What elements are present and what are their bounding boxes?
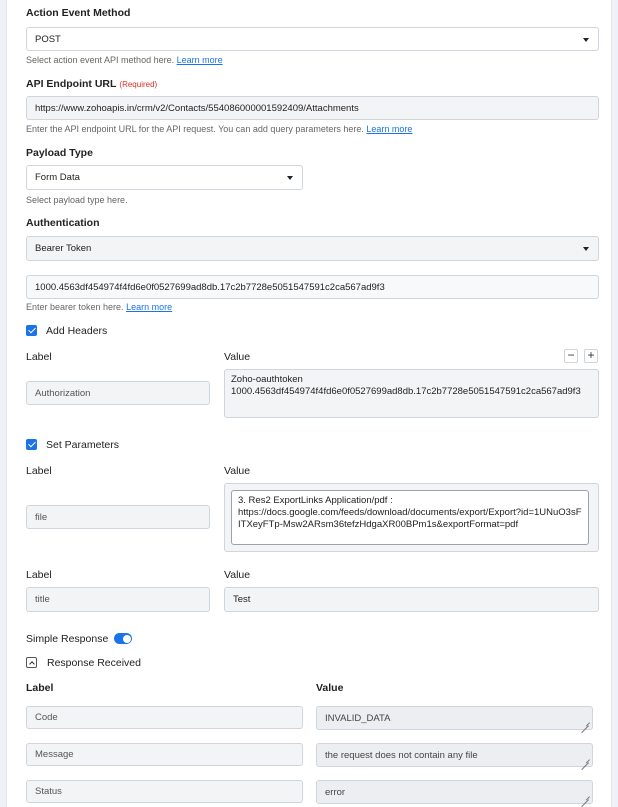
header-value-line2: 1000.4563df454974f4fd6e0f0527699ad8db.17… xyxy=(231,386,581,397)
action-event-method-select[interactable]: POST xyxy=(26,27,599,51)
learn-more-link[interactable]: Learn more xyxy=(366,124,412,134)
authentication-select[interactable]: Bearer Token xyxy=(26,236,599,261)
resize-handle-icon[interactable] xyxy=(581,792,589,800)
action-event-method-help-text: Select action event API method here. xyxy=(26,55,175,65)
collapse-chevron-up-icon[interactable] xyxy=(26,657,37,668)
action-event-method-label: Action Event Method xyxy=(26,7,131,19)
response-value: INVALID_DATA xyxy=(325,712,391,724)
learn-more-link[interactable]: Learn more xyxy=(126,302,172,312)
resize-handle-icon[interactable] xyxy=(581,755,589,763)
chevron-down-icon xyxy=(583,247,589,251)
response-label-status[interactable]: Status xyxy=(26,780,303,803)
response-value-code[interactable]: INVALID_DATA xyxy=(316,706,593,730)
param-label-value: title xyxy=(35,594,50,605)
add-header-button[interactable]: + xyxy=(584,349,598,363)
set-parameters-label: Set Parameters xyxy=(46,439,119,451)
headers-value-column: Value xyxy=(224,351,251,363)
param-label-input-title[interactable]: title xyxy=(26,587,210,612)
response-label-message[interactable]: Message xyxy=(26,743,303,766)
response-value: the request does not contain any file xyxy=(325,749,478,761)
resize-handle-icon[interactable] xyxy=(581,718,589,726)
bearer-token-help-text: Enter bearer token here. xyxy=(26,302,124,312)
chevron-down-icon xyxy=(287,176,293,180)
param-value-textarea-file[interactable]: 3. Res2 ExportLinks Application/pdf : ht… xyxy=(231,490,589,545)
api-endpoint-label-text: API Endpoint URL xyxy=(26,78,117,90)
response-label-column: Label xyxy=(26,682,54,694)
response-label-value: Status xyxy=(35,786,62,797)
header-value-line1: Zoho-oauthtoken xyxy=(231,374,303,385)
chevron-down-icon xyxy=(583,38,589,42)
bearer-token-help: Enter bearer token here. Learn more xyxy=(26,302,172,312)
action-event-method-help: Select action event API method here. Lea… xyxy=(26,55,223,65)
add-headers-label: Add Headers xyxy=(46,325,108,337)
param-value-column: Value xyxy=(224,465,251,477)
param-value-line2: https://docs.google.com/feeds/download/d… xyxy=(238,507,582,530)
bearer-token-input[interactable]: 1000.4563df454974f4fd6e0f0527699ad8db.17… xyxy=(26,275,599,299)
param-label-input-file[interactable]: file xyxy=(26,505,210,529)
response-value: error xyxy=(325,786,346,798)
payload-type-label: Payload Type xyxy=(26,147,93,159)
simple-response-toggle[interactable] xyxy=(114,633,132,644)
api-endpoint-input[interactable]: https://www.zohoapis.in/crm/v2/Contacts/… xyxy=(26,96,599,120)
bearer-token-value: 1000.4563df454974f4fd6e0f0527699ad8db.17… xyxy=(35,281,385,293)
header-label-value: Authorization xyxy=(35,387,91,399)
api-endpoint-label: API Endpoint URL (Required) xyxy=(26,78,157,90)
header-value-input[interactable]: Zoho-oauthtoken 1000.4563df454974f4fd6e0… xyxy=(224,369,599,418)
required-marker: (Required) xyxy=(119,80,158,89)
learn-more-link[interactable]: Learn more xyxy=(177,55,223,65)
api-endpoint-help: Enter the API endpoint URL for the API r… xyxy=(26,124,412,134)
param-label-column: Label xyxy=(26,569,52,581)
payload-type-select[interactable]: Form Data xyxy=(26,165,303,190)
response-value-message[interactable]: the request does not contain any file xyxy=(316,743,593,767)
response-label-value: Code xyxy=(35,712,58,723)
param-value-column: Value xyxy=(224,569,251,581)
response-label-value: Message xyxy=(35,749,74,760)
param-value-line1: 3. Res2 ExportLinks Application/pdf : xyxy=(238,495,393,506)
authentication-label: Authentication xyxy=(26,217,100,229)
headers-label-column: Label xyxy=(26,351,52,363)
param-value-container: 3. Res2 ExportLinks Application/pdf : ht… xyxy=(224,483,599,552)
remove-header-button[interactable]: − xyxy=(564,349,578,363)
action-event-method-value: POST xyxy=(35,33,61,45)
response-value-status[interactable]: error xyxy=(316,780,593,804)
param-label-value: file xyxy=(35,511,48,523)
param-value: Test xyxy=(233,594,251,605)
authentication-value: Bearer Token xyxy=(35,243,92,254)
response-value-column: Value xyxy=(316,682,344,694)
header-label-input[interactable]: Authorization xyxy=(26,381,210,405)
payload-type-help: Select payload type here. xyxy=(26,195,128,205)
add-headers-checkbox[interactable] xyxy=(26,325,37,336)
api-endpoint-value: https://www.zohoapis.in/crm/v2/Contacts/… xyxy=(35,102,359,114)
param-value-input-title[interactable]: Test xyxy=(224,587,599,612)
response-received-label: Response Received xyxy=(47,657,141,669)
action-config-panel: Action Event Method POST Select action e… xyxy=(6,0,612,807)
set-parameters-checkbox[interactable] xyxy=(26,439,37,450)
param-label-column: Label xyxy=(26,465,52,477)
simple-response-label: Simple Response xyxy=(26,633,109,645)
payload-type-value: Form Data xyxy=(35,172,80,183)
api-endpoint-help-text: Enter the API endpoint URL for the API r… xyxy=(26,124,364,134)
response-label-code[interactable]: Code xyxy=(26,706,303,729)
